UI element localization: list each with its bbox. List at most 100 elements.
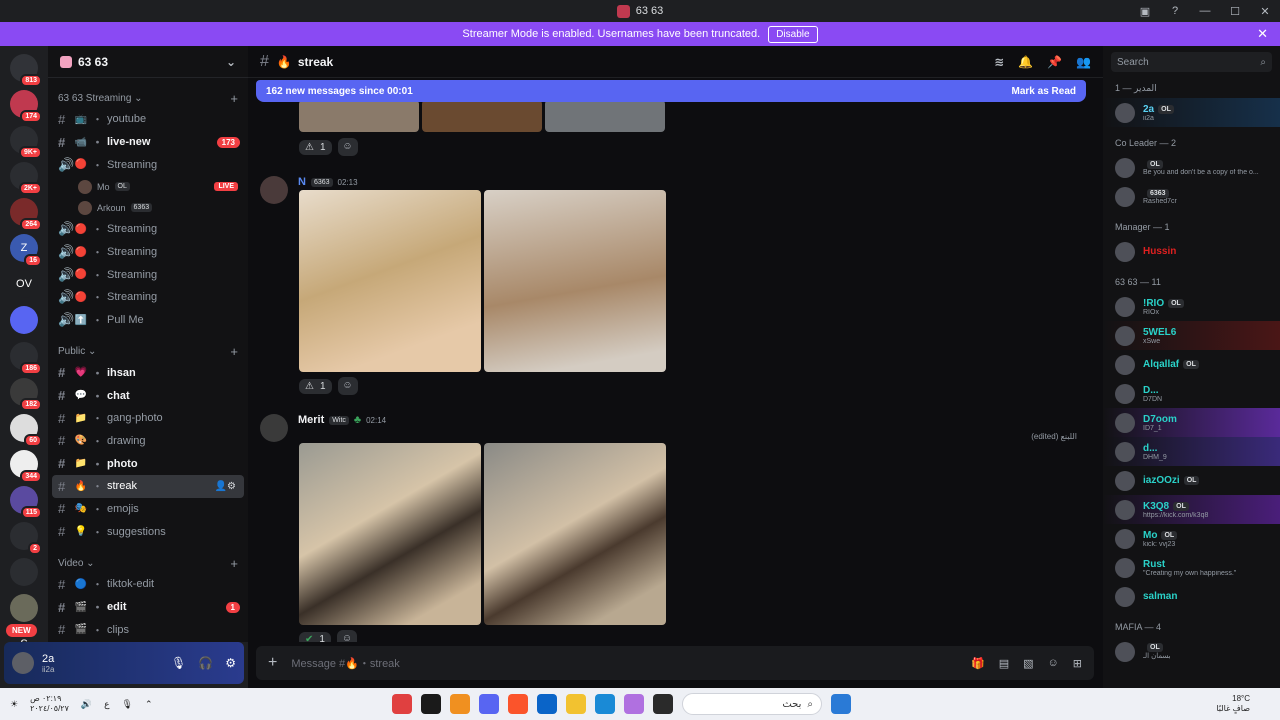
terminal-icon[interactable] [421,694,441,714]
app-icon[interactable] [653,694,673,714]
member-item[interactable]: !RIO OL RIOx [1103,292,1280,321]
lizard-photo[interactable] [484,190,666,372]
channel-youtube[interactable]: # 📺 ・ youtube [48,108,248,131]
lizard-photo[interactable] [299,190,481,372]
maximize-button[interactable]: ☐ [1220,5,1250,18]
add-channel-icon[interactable]: + [230,556,238,571]
gif-icon[interactable]: ▤ [999,657,1009,670]
discord-icon[interactable] [479,694,499,714]
add-reaction-icon[interactable]: ☺ [337,138,358,156]
server-icon[interactable]: 2 [10,522,42,555]
app-icon[interactable] [450,694,470,714]
chevron-up-icon[interactable]: ⌃ [145,699,153,710]
gear-icon[interactable]: 👤⚙ [215,481,236,492]
new-messages-bar[interactable]: 162 new messages since 00:01 Mark as Rea… [256,80,1086,102]
channel-streaming[interactable]: 🔊 🔴 ・ Streaming [48,286,248,309]
channel-drawing[interactable]: # 🎨 ・ drawing [48,430,248,453]
microphone-icon[interactable]: 🎙 [171,656,186,670]
channel-streaming[interactable]: 🔊 🔴 ・ Streaming [48,263,248,286]
server-icon[interactable]: Z 16 [10,234,42,267]
channel-live-new[interactable]: # 📹 ・ live-new 173 [48,131,248,154]
server-icon[interactable]: 264 [10,198,42,231]
cat-photo[interactable] [299,443,481,625]
attachment-image[interactable] [545,102,665,132]
reaction[interactable]: ✔ 1 [299,631,331,642]
windows-start-icon[interactable] [831,694,851,714]
voice-user[interactable]: Arkoun 6363 [48,197,248,218]
category-public[interactable]: Public ⌄ + [48,342,248,362]
attachment-image[interactable] [299,102,419,132]
disable-button[interactable]: Disable [768,25,818,43]
server-header[interactable]: 63 63 ⌄ [48,46,248,78]
channel-streak[interactable]: # 🔥 ・ streak 👤⚙ [52,474,244,498]
server-icon[interactable]: OV [10,270,38,298]
language-indicator[interactable]: ع [104,699,109,710]
channel-streaming[interactable]: 🔊 🔴 ・ Streaming [48,153,248,176]
app-icon[interactable] [392,694,412,714]
microphone-icon[interactable]: 🎙 [122,699,133,710]
member-item[interactable]: Hussin [1103,237,1280,266]
inbox-icon[interactable]: ▣ [1130,5,1160,18]
member-item[interactable]: 6363 Rashed7cr [1103,182,1280,211]
category-streaming[interactable]: 63 63 Streaming ⌄ + [48,88,248,108]
avatar[interactable] [12,652,34,674]
message-author[interactable]: Merit [298,414,324,426]
member-item[interactable]: Rust "Creating my own happiness." [1103,553,1280,582]
close-icon[interactable]: ✕ [1257,26,1268,42]
channel-ihsan[interactable]: # 💗 ・ ihsan [48,362,248,385]
server-icon[interactable] [10,306,38,334]
members-icon[interactable]: 👥 [1076,55,1091,69]
member-item[interactable]: Alqallaf OL [1103,350,1280,379]
minimize-button[interactable]: — [1190,5,1220,17]
brave-icon[interactable] [508,694,528,714]
add-channel-icon[interactable]: + [230,344,238,359]
category-video[interactable]: Video ⌄ + [48,553,248,573]
message-composer[interactable]: + Message #🔥・streak 🎁 ▤ ▧ ☺ ⊞ [256,646,1094,680]
close-button[interactable]: ✕ [1250,5,1280,18]
voice-user[interactable]: Mo OL LIVE [48,176,248,197]
avatar[interactable] [260,414,288,442]
sticker-icon[interactable]: ▧ [1023,657,1033,670]
channel-clips[interactable]: # 🎬 ・ clips [48,618,248,641]
gear-icon[interactable]: ⚙ [225,656,236,670]
bell-icon[interactable]: 🔔 [1018,55,1033,69]
member-item[interactable]: salman [1103,582,1280,611]
channel-photo[interactable]: # 📁 ・ photo [48,452,248,475]
message-input[interactable]: Message #🔥・streak [291,655,399,671]
clock[interactable]: ٠٢:١٩ ص ٢٠٢٤/٠٥/٢٧ [30,694,69,714]
gift-icon[interactable]: 🎁 [971,657,985,670]
reaction[interactable]: ⚠ 1 [299,139,332,155]
member-item[interactable]: 2a OL ii2a [1103,98,1280,127]
search-input[interactable]: Search ⌕ [1111,52,1272,72]
apps-icon[interactable]: ⊞ [1073,657,1082,670]
channel-tiktok-edit[interactable]: # 🔵 ・ tiktok-edit [48,573,248,596]
threads-icon[interactable]: ≋ [994,55,1004,69]
edge-icon[interactable] [595,694,615,714]
pin-icon[interactable]: 📌 [1047,55,1062,69]
member-item[interactable]: d... DHM_9 [1103,437,1280,466]
speaker-icon[interactable]: 🔊 [81,699,92,710]
taskbar-search[interactable]: بحث ⌕ [682,693,822,715]
server-icon[interactable]: 2K+ [10,162,42,195]
add-reaction-icon[interactable]: ☺ [337,377,358,395]
channel-emojis[interactable]: # 🎭 ・ emojis [48,498,248,521]
weather-widget[interactable]: 18°C صافٍ غالبًا [1216,694,1250,714]
server-icon[interactable]: 9K+ [10,126,42,159]
member-item[interactable]: D... D7DN [1103,379,1280,408]
member-item[interactable]: OL Be you and don't be a copy of the o... [1103,153,1280,182]
add-channel-icon[interactable]: + [230,91,238,106]
server-icon[interactable] [10,594,38,622]
channel-gang-photo[interactable]: # 📁 ・ gang-photo [48,407,248,430]
server-icon[interactable]: 60 [10,414,42,447]
server-icon[interactable]: 186 [10,342,42,375]
channel-chat[interactable]: # 💬 ・ chat [48,384,248,407]
emoji-icon[interactable]: ☺ [1048,657,1059,670]
avatar[interactable] [260,176,288,204]
server-icon[interactable] [10,558,38,586]
member-item[interactable]: D7oom ID7_1 [1103,408,1280,437]
copilot-icon[interactable] [624,694,644,714]
server-icon[interactable]: 813 [10,54,42,87]
headphones-icon[interactable]: 🎧 [198,656,213,670]
mark-as-read-button[interactable]: Mark as Read [1012,86,1076,97]
member-item[interactable]: OL بسمان الـ [1103,637,1280,666]
